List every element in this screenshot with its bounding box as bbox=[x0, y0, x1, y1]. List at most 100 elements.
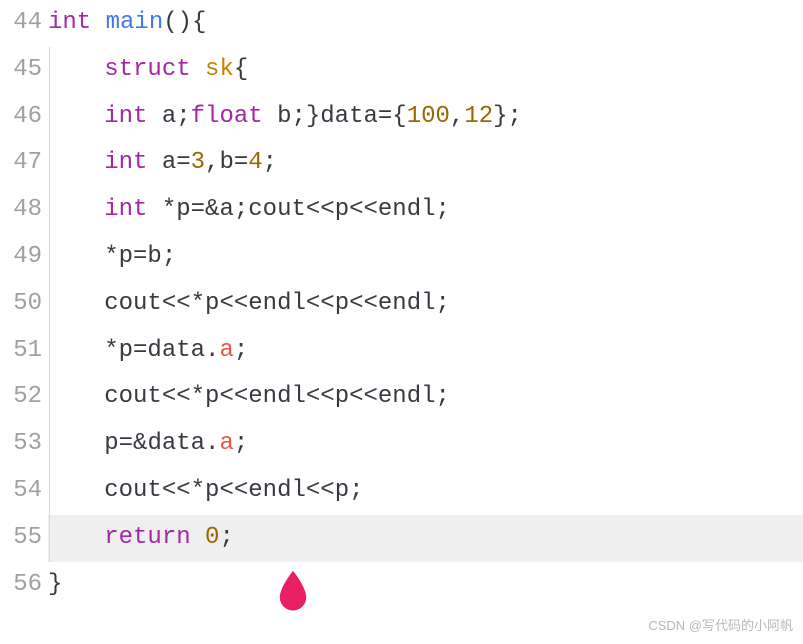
code-line[interactable]: *p=data.a; bbox=[48, 328, 803, 375]
token-op: << bbox=[219, 290, 248, 317]
token-plain bbox=[61, 430, 104, 457]
line-number-gutter: 44454647484950515253545556 bbox=[0, 0, 48, 608]
token-id: p bbox=[205, 290, 219, 317]
token-op: * bbox=[61, 243, 119, 270]
token-pun: ; bbox=[176, 103, 190, 130]
code-line[interactable]: struct sk{ bbox=[48, 47, 803, 94]
token-op: << bbox=[306, 477, 335, 504]
token-kw: struct bbox=[104, 56, 205, 83]
token-op: <<* bbox=[162, 290, 205, 317]
line-number: 44 bbox=[0, 0, 42, 47]
token-id: p bbox=[119, 243, 133, 270]
token-op: << bbox=[219, 383, 248, 410]
token-id: p bbox=[104, 430, 118, 457]
token-op: <<* bbox=[162, 383, 205, 410]
code-line[interactable]: int *p=&a;cout<<p<<endl; bbox=[48, 187, 803, 234]
token-id: endl bbox=[378, 290, 436, 317]
token-pun: ={ bbox=[378, 103, 407, 130]
token-id: p bbox=[205, 477, 219, 504]
token-prop: a bbox=[219, 430, 233, 457]
token-op: << bbox=[349, 383, 378, 410]
token-id: data bbox=[320, 103, 378, 130]
line-number: 55 bbox=[0, 515, 42, 562]
code-line[interactable]: cout<<*p<<endl<<p<<endl; bbox=[48, 374, 803, 421]
token-plain bbox=[61, 477, 104, 504]
token-id: a bbox=[162, 149, 176, 176]
token-ty: float bbox=[191, 103, 277, 130]
code-line[interactable]: p=&data.a; bbox=[48, 421, 803, 468]
token-pun: ; bbox=[219, 524, 233, 551]
token-pun: . bbox=[205, 430, 219, 457]
token-op: * bbox=[61, 337, 119, 364]
token-op: << bbox=[306, 196, 335, 223]
code-line[interactable]: } bbox=[48, 562, 803, 609]
token-cls: sk bbox=[205, 56, 234, 83]
code-line[interactable]: return 0; bbox=[48, 515, 803, 562]
token-plain bbox=[61, 196, 104, 223]
token-kw: return bbox=[104, 524, 205, 551]
token-id: p bbox=[335, 477, 349, 504]
token-pun: { bbox=[234, 56, 248, 83]
line-number: 45 bbox=[0, 47, 42, 94]
token-pun: ; bbox=[436, 290, 450, 317]
token-pun: ; bbox=[234, 337, 248, 364]
token-id: data bbox=[147, 430, 205, 457]
token-op: * bbox=[162, 196, 176, 223]
token-ty: int bbox=[104, 149, 162, 176]
code-area[interactable]: int main(){ struct sk{ int a;float b;}da… bbox=[48, 0, 803, 608]
line-number: 56 bbox=[0, 562, 42, 609]
token-pun: , bbox=[205, 149, 219, 176]
token-id: p bbox=[176, 196, 190, 223]
token-plain bbox=[61, 149, 104, 176]
code-line[interactable]: int a;float b;}data={100,12}; bbox=[48, 94, 803, 141]
token-num: 12 bbox=[464, 103, 493, 130]
token-id: endl bbox=[378, 383, 436, 410]
token-pun: ; bbox=[349, 477, 363, 504]
token-pun: ; bbox=[162, 243, 176, 270]
token-id: endl bbox=[248, 477, 306, 504]
token-ty: int bbox=[48, 9, 106, 36]
token-id: endl bbox=[378, 196, 436, 223]
token-id: p bbox=[335, 290, 349, 317]
token-id: cout bbox=[104, 290, 162, 317]
code-line[interactable]: int a=3,b=4; bbox=[48, 140, 803, 187]
code-line[interactable]: int main(){ bbox=[48, 0, 803, 47]
token-ty: int bbox=[104, 103, 162, 130]
line-number: 48 bbox=[0, 187, 42, 234]
line-number: 53 bbox=[0, 421, 42, 468]
token-id: b bbox=[277, 103, 291, 130]
token-num: 4 bbox=[248, 149, 262, 176]
token-pun: ; bbox=[234, 196, 248, 223]
code-line[interactable]: *p=b; bbox=[48, 234, 803, 281]
token-id: a bbox=[162, 103, 176, 130]
token-id: p bbox=[335, 196, 349, 223]
line-number: 46 bbox=[0, 94, 42, 141]
line-number: 50 bbox=[0, 281, 42, 328]
token-pun: }; bbox=[493, 103, 522, 130]
token-id: cout bbox=[248, 196, 306, 223]
code-editor[interactable]: 44454647484950515253545556 int main(){ s… bbox=[0, 0, 803, 608]
token-op: = bbox=[176, 149, 190, 176]
code-line[interactable]: cout<<*p<<endl<<p; bbox=[48, 468, 803, 515]
token-ty: int bbox=[104, 196, 162, 223]
token-op: = bbox=[133, 337, 147, 364]
token-pun: ; bbox=[436, 196, 450, 223]
token-plain bbox=[61, 524, 104, 551]
line-number: 47 bbox=[0, 140, 42, 187]
token-id: endl bbox=[248, 290, 306, 317]
token-op: = bbox=[133, 243, 147, 270]
line-number: 49 bbox=[0, 234, 42, 281]
token-pun: ; bbox=[234, 430, 248, 457]
code-line[interactable]: cout<<*p<<endl<<p<<endl; bbox=[48, 281, 803, 328]
token-pun: . bbox=[205, 337, 219, 364]
token-op: =& bbox=[119, 430, 148, 457]
line-number: 52 bbox=[0, 374, 42, 421]
token-pun: ; bbox=[263, 149, 277, 176]
token-num: 3 bbox=[191, 149, 205, 176]
token-op: << bbox=[349, 290, 378, 317]
line-number: 54 bbox=[0, 468, 42, 515]
token-plain bbox=[61, 383, 104, 410]
token-plain bbox=[61, 56, 104, 83]
token-pun: ;} bbox=[291, 103, 320, 130]
token-op: = bbox=[234, 149, 248, 176]
